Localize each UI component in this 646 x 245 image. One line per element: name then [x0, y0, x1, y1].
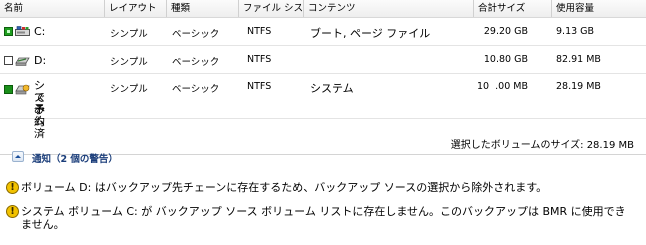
warning-text-line-1: システム ボリューム C: が バックアップ ソース ボリューム リストに存在し… — [21, 205, 626, 218]
column-header-type[interactable]: 種類 — [167, 0, 239, 17]
contents-cell: システム — [310, 82, 354, 95]
checkbox[interactable] — [4, 56, 13, 65]
warning-text: ボリューム D: はバックアップ先チェーンに存在するため、バックアップ ソースの… — [21, 181, 548, 194]
volume-name: C: — [34, 25, 46, 38]
total-size-cell: 29.20 GB — [483, 26, 528, 37]
checkbox[interactable] — [4, 27, 13, 36]
drive-icon — [15, 57, 30, 66]
volume-name-line-2: で予約済 — [34, 91, 45, 140]
table-row[interactable]: システム で予約済 み シンプル ベーシック NTFS システム 10 .00 … — [0, 74, 646, 140]
system-reserved-icon — [15, 84, 30, 95]
volume-name: D: — [34, 54, 47, 67]
column-header-used-space[interactable]: 使用容量 — [552, 0, 646, 17]
column-header-name[interactable]: 名前 — [0, 0, 105, 17]
notification-header: 通知（2 個の警告） — [12, 150, 118, 165]
table-row[interactable]: D: シンプル ベーシック NTFS 10.80 GB 82.91 MB — [0, 46, 646, 74]
column-header-layout[interactable]: レイアウト — [105, 0, 167, 17]
table-header: 名前 レイアウト 種類 ファイル シス... コンテンツ 合計サイズ 使用容量 — [0, 0, 646, 18]
warning-icon — [6, 205, 19, 218]
used-space-cell: 9.13 GB — [556, 26, 595, 37]
filesystem-cell: NTFS — [247, 26, 272, 37]
contents-cell: ブート, ページ ファイル — [310, 27, 431, 40]
warning-text-line-2: ません。 — [21, 218, 65, 231]
type-cell: ベーシック — [172, 84, 220, 95]
type-cell: ベーシック — [172, 29, 220, 40]
selected-volume-size: 選択したボリュームのサイズ: 28.19 MB — [450, 140, 634, 151]
notification-title: 通知（2 個の警告） — [32, 154, 118, 165]
used-space-cell: 28.19 MB — [556, 81, 601, 92]
total-size-cell: 10.80 GB — [483, 54, 528, 65]
type-cell: ベーシック — [172, 57, 220, 68]
column-header-total-size[interactable]: 合計サイズ — [474, 0, 552, 17]
chevron-up-icon — [15, 155, 21, 158]
layout-cell: シンプル — [110, 57, 148, 68]
filesystem-cell: NTFS — [247, 54, 272, 65]
checkbox[interactable] — [4, 85, 13, 94]
warning-icon — [6, 181, 19, 194]
total-size-cell: 10 .00 MB — [477, 81, 528, 92]
column-header-filesystem[interactable]: ファイル シス... — [239, 0, 304, 17]
column-header-contents[interactable]: コンテンツ — [304, 0, 474, 17]
filesystem-cell: NTFS — [247, 81, 272, 92]
table-row[interactable]: C: シンプル ベーシック NTFS ブート, ページ ファイル 29.20 G… — [0, 18, 646, 46]
layout-cell: シンプル — [110, 29, 148, 40]
collapse-button[interactable] — [12, 151, 24, 162]
used-space-cell: 82.91 MB — [556, 54, 601, 65]
layout-cell: シンプル — [110, 84, 148, 95]
volume-name-line-3: み — [34, 103, 45, 116]
drive-icon — [15, 26, 30, 36]
